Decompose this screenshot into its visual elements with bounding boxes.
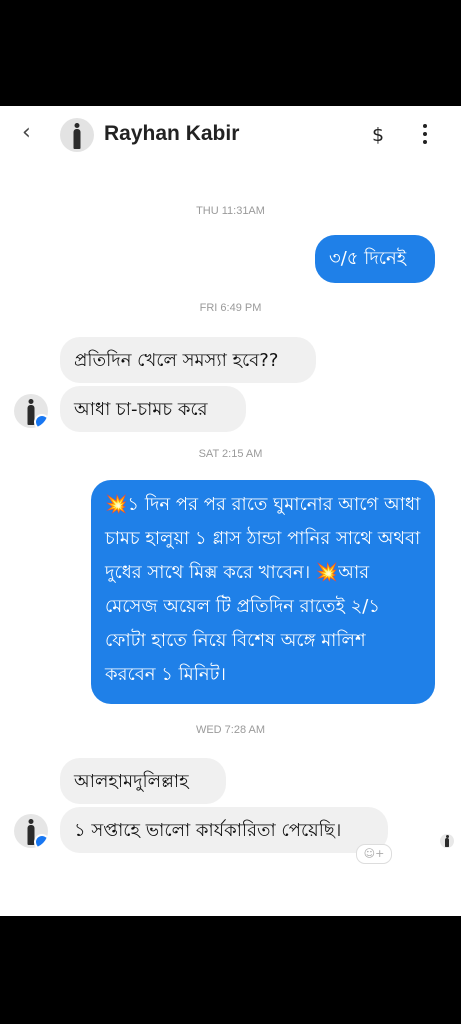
incoming-message[interactable]: আলহামদুলিল্লাহ	[60, 758, 226, 804]
chat-header: ‹ Rayhan Kabir $	[0, 106, 461, 168]
add-reaction-icon[interactable]: ☺+	[356, 844, 392, 864]
contact-avatar-small[interactable]	[14, 394, 48, 428]
timestamp: THU 11:31AM	[196, 205, 265, 217]
timestamp: FRI 6:49 PM	[199, 302, 262, 314]
timestamp: SAT 2:15 AM	[198, 448, 263, 460]
messenger-badge-icon	[34, 414, 48, 428]
incoming-message[interactable]: আধা চা-চামচ করে	[60, 386, 246, 432]
chat-screen: ‹ Rayhan Kabir $ THU 11:31AM ৩/৫ দিনেই F…	[0, 106, 461, 916]
more-vertical-icon[interactable]	[423, 124, 427, 148]
contact-avatar[interactable]	[60, 118, 94, 152]
messenger-badge-icon	[34, 834, 48, 848]
outgoing-message[interactable]: ৩/৫ দিনেই	[315, 235, 435, 283]
incoming-message[interactable]: ১ সপ্তাহে ভালো কার্যকারিতা পেয়েছি।	[60, 807, 388, 853]
collision-emoji: 💥	[315, 562, 339, 583]
timestamp: WED 7:28 AM	[195, 724, 266, 736]
outgoing-message-long[interactable]: 💥১ দিন পর পর রাতে ঘুমানোর আগে আধা চামচ হ…	[91, 480, 435, 704]
dollar-icon[interactable]: $	[372, 124, 384, 146]
contact-name[interactable]: Rayhan Kabir	[104, 122, 239, 146]
seen-avatar	[440, 834, 454, 848]
collision-emoji: 💥	[105, 494, 128, 515]
incoming-message[interactable]: প্রতিদিন খেলে সমস্যা হবে??	[60, 337, 316, 383]
contact-avatar-small[interactable]	[14, 814, 48, 848]
back-icon[interactable]: ‹	[22, 120, 31, 145]
message-text: ১ দিন পর পর রাতে ঘুমানোর আগে আধা চামচ হা…	[105, 494, 421, 583]
